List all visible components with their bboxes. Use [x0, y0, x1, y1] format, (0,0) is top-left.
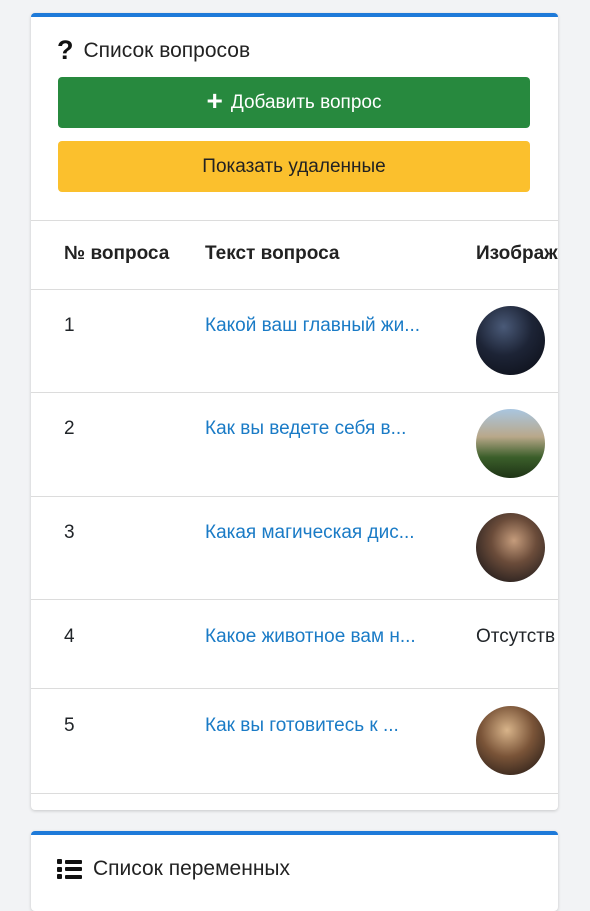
question-number: 4	[64, 626, 75, 647]
question-image-thumbnail[interactable]	[476, 706, 545, 775]
table-row: 1 Какой ваш главный жи...	[31, 290, 558, 393]
table-row: 3 Какая магическая дис...	[31, 497, 558, 600]
variables-card-title: Список переменных	[93, 857, 291, 880]
questions-card-header: ? Список вопросов	[57, 37, 250, 64]
question-number: 2	[64, 418, 75, 439]
table-row: 2 Как вы ведете себя в...	[31, 393, 558, 497]
questions-card: ? Список вопросов + Добавить вопрос Пока…	[31, 13, 558, 810]
variables-card: Список переменных	[31, 831, 558, 911]
question-mark-icon: ?	[57, 35, 74, 65]
header-question-text: Текст вопроса	[205, 243, 340, 264]
question-link[interactable]: Как вы ведете себя в...	[205, 418, 406, 440]
show-deleted-button[interactable]: Показать удаленные	[58, 141, 530, 192]
table-row: 5 Как вы готовитесь к ...	[31, 689, 558, 793]
question-link[interactable]: Как вы готовитесь к ...	[205, 715, 399, 737]
show-deleted-label: Показать удаленные	[202, 155, 386, 177]
questions-table: № вопроса Текст вопроса Изображ 1 Какой …	[31, 220, 558, 794]
plus-icon: +	[206, 85, 223, 116]
table-row: 4 Какое животное вам н... Отсутств	[31, 600, 558, 689]
question-image-thumbnail[interactable]	[476, 409, 545, 478]
questions-card-title: Список вопросов	[83, 38, 251, 62]
header-image: Изображ	[476, 243, 558, 264]
question-number: 5	[64, 715, 75, 736]
question-image-thumbnail[interactable]	[476, 513, 545, 582]
add-question-label: Добавить вопрос	[230, 91, 382, 113]
variables-card-header: Список переменных	[57, 857, 290, 881]
question-link[interactable]: Какая магическая дис...	[205, 522, 415, 544]
list-icon	[57, 859, 83, 879]
add-question-button[interactable]: + Добавить вопрос	[58, 77, 530, 128]
question-number: 3	[64, 522, 75, 543]
image-missing-label: Отсутств	[476, 626, 556, 647]
header-question-number: № вопроса	[64, 243, 170, 264]
question-link[interactable]: Какое животное вам н...	[205, 626, 416, 648]
question-image-thumbnail[interactable]	[476, 306, 545, 375]
question-number: 1	[64, 315, 75, 336]
question-link[interactable]: Какой ваш главный жи...	[205, 315, 420, 337]
table-header-row: № вопроса Текст вопроса Изображ	[31, 221, 558, 290]
